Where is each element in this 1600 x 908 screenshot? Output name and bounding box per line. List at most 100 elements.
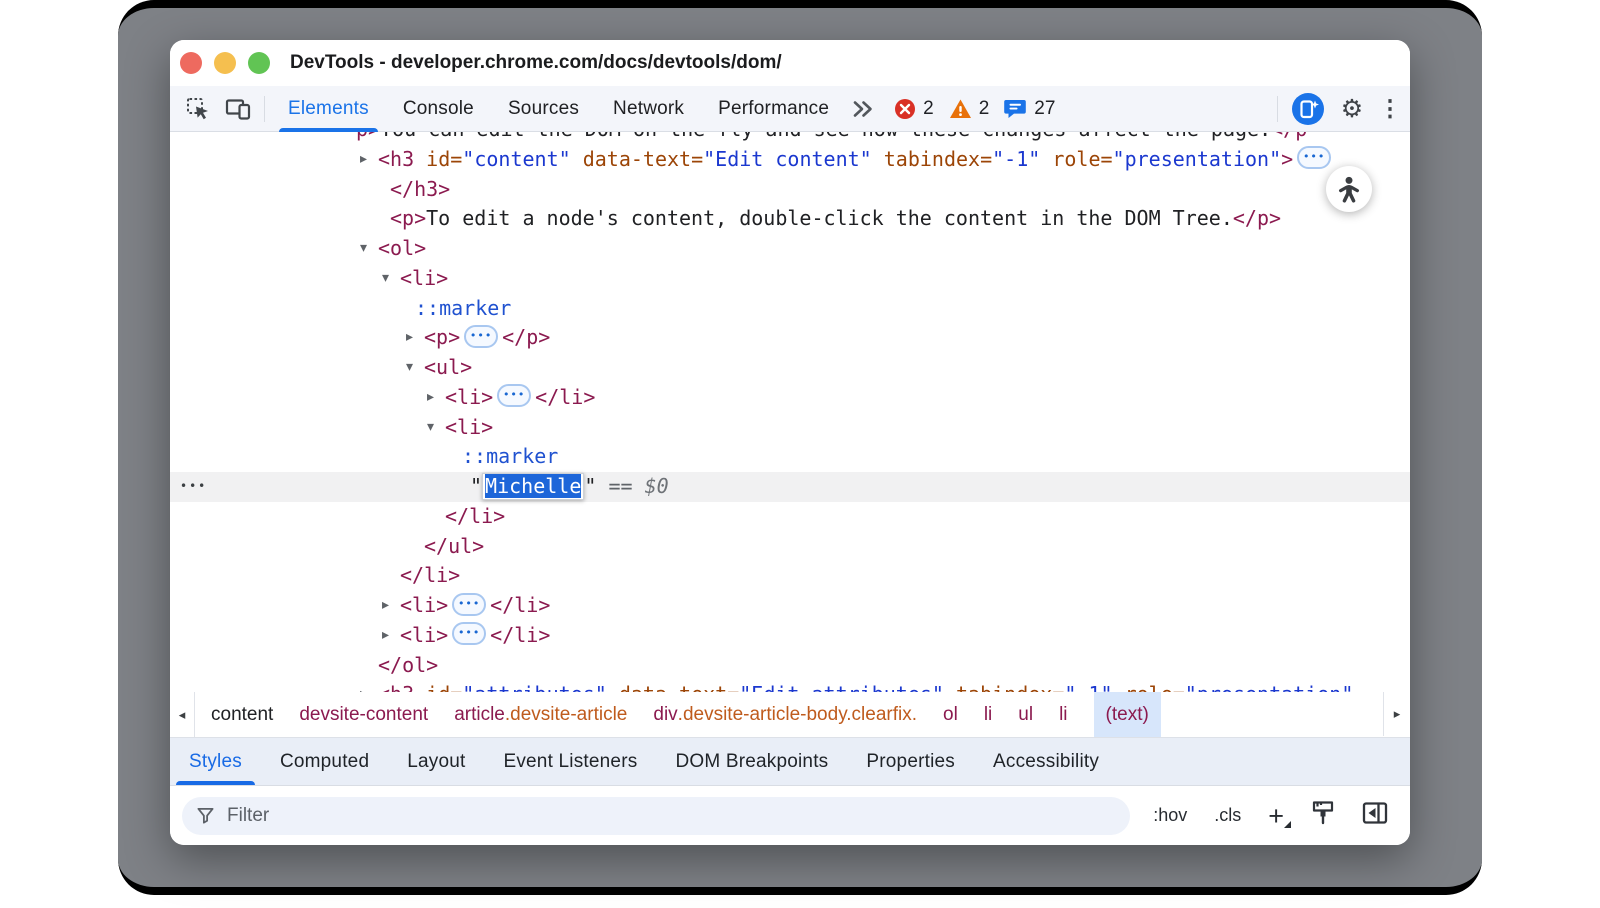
breadcrumb-scroll-right-button[interactable]: ▸ bbox=[1383, 692, 1410, 736]
chevron-right-icon[interactable]: ▸ bbox=[360, 680, 367, 692]
new-style-rule-button[interactable]: + bbox=[1268, 806, 1284, 826]
toggle-element-state-button[interactable]: :hov bbox=[1153, 805, 1187, 826]
filter-input[interactable] bbox=[225, 804, 1116, 828]
maximize-window-button[interactable] bbox=[248, 52, 270, 74]
device-toolbar-button[interactable] bbox=[218, 86, 258, 132]
dom-tree-row[interactable]: </ol> bbox=[170, 651, 1410, 681]
tab-accessibility[interactable]: Accessibility bbox=[974, 738, 1118, 785]
ellipsis-expand-button[interactable]: ••• bbox=[452, 622, 486, 645]
ai-assistance-button[interactable] bbox=[1288, 86, 1328, 132]
minimize-window-button[interactable] bbox=[214, 52, 236, 74]
breadcrumb-item[interactable]: ul bbox=[1018, 692, 1033, 737]
breadcrumb-item[interactable]: article.devsite-article bbox=[454, 692, 627, 737]
warning-icon[interactable] bbox=[949, 98, 972, 120]
tab-console[interactable]: Console bbox=[386, 86, 491, 132]
tab-styles[interactable]: Styles bbox=[170, 738, 261, 785]
tab-performance[interactable]: Performance bbox=[701, 86, 846, 132]
dom-tree-row[interactable]: ▸<li>•••</li> bbox=[170, 621, 1410, 651]
tab-elements[interactable]: Elements bbox=[271, 86, 386, 132]
chevron-double-right-icon bbox=[851, 97, 875, 121]
dom-tree-row[interactable]: ::marker bbox=[170, 442, 1410, 472]
tab-properties[interactable]: Properties bbox=[847, 738, 974, 785]
dom-tree-row[interactable]: ::marker bbox=[170, 294, 1410, 324]
chevron-right-icon[interactable]: ▸ bbox=[427, 383, 434, 413]
dom-tree-row[interactable]: <p>To edit a node's content, double-clic… bbox=[170, 204, 1410, 234]
inspect-cursor-icon bbox=[185, 96, 211, 122]
ellipsis-expand-button[interactable]: ••• bbox=[497, 384, 531, 407]
chevron-down-icon[interactable]: ▾ bbox=[360, 234, 367, 264]
error-count[interactable]: 2 bbox=[923, 98, 934, 120]
breadcrumb-item[interactable]: li bbox=[984, 692, 992, 737]
more-tabs-button[interactable] bbox=[846, 86, 880, 132]
chevron-right-icon[interactable]: ▸ bbox=[406, 323, 413, 353]
styles-filter-bar: :hov .cls + bbox=[170, 786, 1410, 845]
filter-funnel-icon bbox=[196, 806, 215, 825]
chevron-right-icon[interactable]: ▸ bbox=[360, 145, 367, 175]
ellipsis-expand-button[interactable]: ••• bbox=[1297, 146, 1331, 169]
dom-tree-row[interactable]: </ul> bbox=[170, 532, 1410, 562]
issues-icon[interactable] bbox=[1004, 98, 1027, 120]
dom-tree-row[interactable]: ▸<h3 id="content" data-text="Edit conten… bbox=[170, 145, 1410, 175]
tab-sources[interactable]: Sources bbox=[491, 86, 596, 132]
chevron-down-icon[interactable]: ▾ bbox=[406, 353, 413, 383]
chevron-down-icon[interactable]: ▾ bbox=[382, 264, 389, 294]
dom-tree-row[interactable]: </h3> bbox=[170, 175, 1410, 205]
tab-computed[interactable]: Computed bbox=[261, 738, 388, 785]
ellipsis-expand-button[interactable]: ••• bbox=[452, 593, 486, 616]
ellipsis-dots-icon: ••• bbox=[470, 327, 492, 344]
tab-layout[interactable]: Layout bbox=[388, 738, 484, 785]
dom-tree-row[interactable]: ▸<h3 id="attributes" data-text="Edit att… bbox=[170, 680, 1410, 692]
dom-tree-row[interactable]: ▾<li> bbox=[170, 264, 1410, 294]
inline-edit-box[interactable]: Michelle bbox=[482, 473, 584, 500]
dom-tree-row[interactable]: ▾<ol> bbox=[170, 234, 1410, 264]
ellipsis-dots-icon: ••• bbox=[458, 595, 480, 612]
selected-text: Michelle bbox=[485, 474, 581, 498]
dom-tree-row[interactable]: ▾<li> bbox=[170, 413, 1410, 443]
tab-event-listeners[interactable]: Event Listeners bbox=[484, 738, 656, 785]
breadcrumb-item[interactable]: content bbox=[211, 692, 273, 737]
close-window-button[interactable] bbox=[180, 52, 202, 74]
settings-button[interactable]: ⚙ bbox=[1332, 86, 1372, 132]
issues-count[interactable]: 27 bbox=[1034, 98, 1055, 120]
ellipsis-dots-icon: ••• bbox=[458, 624, 480, 641]
chevron-right-icon[interactable]: ▸ bbox=[382, 591, 389, 621]
breadcrumb-item[interactable]: (text) bbox=[1094, 692, 1161, 737]
chevron-right-icon: ▸ bbox=[1394, 706, 1401, 722]
devtools-window: DevTools - developer.chrome.com/docs/dev… bbox=[170, 40, 1410, 845]
toolbar-right-icons: ⚙ ⋮ bbox=[1271, 86, 1410, 132]
toggle-sidebar-button[interactable] bbox=[1362, 801, 1388, 830]
breadcrumb-scroll-left-button[interactable]: ◂ bbox=[170, 692, 195, 737]
inspect-element-button[interactable] bbox=[178, 86, 218, 132]
window-titlebar: DevTools - developer.chrome.com/docs/dev… bbox=[170, 40, 1410, 87]
breadcrumb-item[interactable]: div.devsite-article-body.clearfix. bbox=[653, 692, 917, 737]
tab-dom-breakpoints[interactable]: DOM Breakpoints bbox=[656, 738, 847, 785]
styles-toolbar-buttons: :hov .cls + bbox=[1153, 800, 1410, 831]
breadcrumb-item[interactable]: li bbox=[1059, 692, 1067, 737]
breadcrumb-list: content devsite-content article.devsite-ar… bbox=[195, 692, 1161, 737]
rendering-emulation-button[interactable] bbox=[1311, 800, 1335, 831]
main-tab-strip: ElementsConsoleSourcesNetworkPerformance bbox=[271, 86, 846, 132]
dom-tree-row[interactable]: p>You can edit the DOM on the fly and se… bbox=[170, 132, 1410, 145]
dom-tree-row[interactable]: ▸<p>•••</p> bbox=[170, 323, 1410, 353]
row-overflow-dots-icon: ••• bbox=[180, 472, 207, 502]
breadcrumb-item[interactable]: devsite-content bbox=[299, 692, 428, 737]
breadcrumb-item[interactable]: ol bbox=[943, 692, 958, 737]
warning-count[interactable]: 2 bbox=[979, 98, 990, 120]
dom-tree-row[interactable]: ▾<ul> bbox=[170, 353, 1410, 383]
dom-tree-row[interactable]: •••"Michelle" == $0 bbox=[170, 472, 1410, 502]
accessibility-widget-button[interactable] bbox=[1326, 166, 1372, 212]
element-classes-button[interactable]: .cls bbox=[1214, 805, 1241, 826]
ellipsis-dots-icon: ••• bbox=[503, 386, 525, 403]
toolbar-divider bbox=[1277, 96, 1278, 122]
chevron-down-icon[interactable]: ▾ bbox=[427, 413, 434, 443]
dom-tree-row[interactable]: ▸<li>•••</li> bbox=[170, 383, 1410, 413]
filter-field[interactable] bbox=[182, 797, 1130, 835]
ellipsis-expand-button[interactable]: ••• bbox=[464, 325, 498, 348]
error-icon[interactable] bbox=[894, 98, 916, 120]
chevron-right-icon[interactable]: ▸ bbox=[382, 621, 389, 651]
tab-network[interactable]: Network bbox=[596, 86, 701, 132]
dom-tree-row[interactable]: </li> bbox=[170, 502, 1410, 532]
dom-tree-row[interactable]: ▸<li>•••</li> bbox=[170, 591, 1410, 621]
more-options-button[interactable]: ⋮ bbox=[1376, 86, 1404, 132]
dom-tree-row[interactable]: </li> bbox=[170, 561, 1410, 591]
